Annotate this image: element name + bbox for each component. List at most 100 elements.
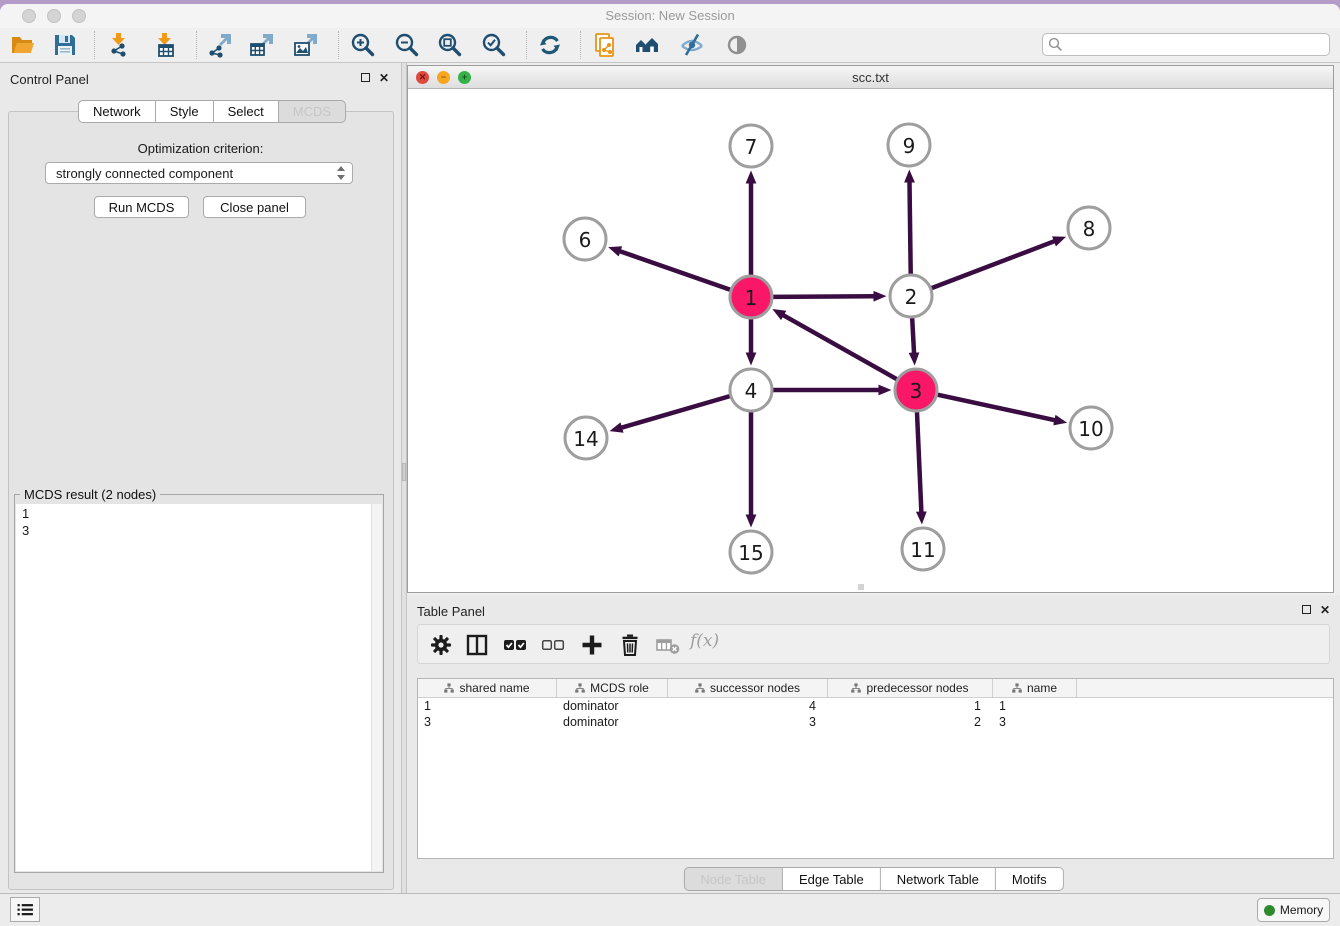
status-bar: Memory (0, 893, 1340, 926)
search-input[interactable] (1042, 33, 1330, 56)
graph-edge-2-3[interactable] (912, 318, 914, 353)
table-cell[interactable]: 4 (668, 698, 828, 714)
control-panel: Control Panel ✕ NetworkStyleSelectMCDS O… (0, 63, 401, 897)
toolbar-separator (526, 31, 527, 59)
hide-graphics-icon[interactable] (679, 32, 705, 58)
memory-status-icon (1264, 905, 1275, 916)
column-sort-icon (444, 683, 454, 693)
table-panel-close-icon[interactable]: ✕ (1320, 604, 1330, 616)
export-table-icon[interactable] (248, 32, 274, 58)
table-toolbar: f(x) (417, 624, 1330, 664)
graph-edge-1-6[interactable] (620, 251, 730, 290)
control-panel-close-icon[interactable]: ✕ (379, 72, 389, 84)
optimization-criterion-label: Optimization criterion: (0, 141, 401, 156)
graph-node-label: 10 (1078, 417, 1103, 441)
mcds-result-scrollbar[interactable] (371, 504, 382, 871)
tab-style[interactable]: Style (156, 100, 214, 123)
network-scroll-nub[interactable] (858, 584, 864, 590)
table-cell[interactable]: 1 (828, 698, 993, 714)
control-panel-float-icon[interactable] (361, 73, 370, 82)
table-cell[interactable]: 3 (418, 714, 557, 730)
graph-edge-3-10[interactable] (937, 395, 1054, 420)
table-row[interactable]: 3dominator323 (418, 714, 1333, 730)
column-header-label: MCDS role (590, 681, 649, 695)
table-cell[interactable]: 1 (418, 698, 557, 714)
mcds-result-group: MCDS result (2 nodes) 1 3 (14, 494, 384, 873)
graph-node-label: 9 (903, 134, 916, 158)
column-header-shared-name[interactable]: shared name (418, 679, 557, 697)
show-graphics-details-icon[interactable] (724, 32, 750, 58)
import-table-icon[interactable] (152, 32, 178, 58)
column-header-name[interactable]: name (993, 679, 1077, 697)
tab-edge-table[interactable]: Edge Table (783, 867, 881, 891)
memory-button[interactable]: Memory (1257, 898, 1330, 922)
zoom-fit-icon[interactable] (437, 32, 463, 58)
table-panel-float-icon[interactable] (1302, 605, 1311, 614)
tab-network[interactable]: Network (78, 100, 156, 123)
import-network-icon[interactable] (106, 32, 132, 58)
refresh-view-icon[interactable] (537, 32, 563, 58)
graph-edge-1-2[interactable] (773, 296, 874, 297)
graph-node-label: 4 (745, 379, 758, 403)
table-panel: Table Panel ✕ f(x) (407, 595, 1340, 897)
table-settings-icon[interactable] (428, 632, 454, 658)
network-graph[interactable]: 7968124314101511 (408, 89, 1333, 592)
save-session-icon[interactable] (52, 32, 78, 58)
graph-edge-2-9[interactable] (909, 182, 910, 274)
select-all-checkboxes-icon[interactable] (502, 632, 528, 658)
graph-edge-3-1[interactable] (783, 315, 897, 379)
delete-table-icon[interactable] (655, 632, 681, 658)
table-cell[interactable]: 3 (668, 714, 828, 730)
table-cell[interactable]: dominator (557, 698, 668, 714)
graph-edge-2-8[interactable] (932, 241, 1055, 288)
network-window-title: scc.txt (408, 70, 1333, 85)
deselect-all-checkboxes-icon[interactable] (540, 632, 566, 658)
node-table[interactable]: shared name MCDS role successor nodes prede… (417, 678, 1334, 859)
zoom-selected-icon[interactable] (481, 32, 507, 58)
panel-divider-handle[interactable] (402, 463, 406, 481)
tab-network-table[interactable]: Network Table (881, 867, 996, 891)
graph-edge-4-14[interactable] (622, 396, 730, 428)
export-network-icon[interactable] (206, 32, 232, 58)
column-header-predecessor-nodes[interactable]: predecessor nodes (828, 679, 993, 697)
mcds-result-title: MCDS result (2 nodes) (20, 487, 160, 502)
clone-network-icon[interactable] (592, 32, 618, 58)
add-column-icon[interactable] (579, 632, 605, 658)
tab-select[interactable]: Select (214, 100, 279, 123)
graph-node-label: 15 (738, 541, 763, 565)
window-title: Session: New Session (0, 8, 1340, 23)
tab-motifs[interactable]: Motifs (996, 867, 1064, 891)
zoom-out-icon[interactable] (394, 32, 420, 58)
criterion-dropdown[interactable]: strongly connected component (45, 162, 353, 184)
toolbar-separator (338, 31, 339, 59)
column-layout-icon[interactable] (464, 632, 490, 658)
column-header-successor-nodes[interactable]: successor nodes (668, 679, 828, 697)
column-header-label: successor nodes (710, 681, 800, 695)
zoom-in-icon[interactable] (350, 32, 376, 58)
network-canvas[interactable]: 7968124314101511 (408, 89, 1333, 592)
column-sort-icon (1012, 683, 1022, 693)
close-panel-button[interactable]: Close panel (203, 196, 306, 218)
column-header-label: predecessor nodes (866, 681, 968, 695)
task-history-button[interactable] (10, 897, 40, 922)
open-session-icon[interactable] (10, 32, 36, 58)
column-header-mcds-role[interactable]: MCDS role (557, 679, 668, 697)
table-cell[interactable]: 1 (993, 698, 1077, 714)
tab-mcds[interactable]: MCDS (279, 100, 346, 123)
graph-edge-3-11[interactable] (917, 412, 921, 512)
tab-node-table[interactable]: Node Table (683, 867, 783, 891)
table-row[interactable]: 1dominator411 (418, 698, 1333, 714)
table-cell[interactable]: 2 (828, 714, 993, 730)
mcds-result-text[interactable]: 1 3 (16, 504, 371, 871)
column-sort-icon (851, 683, 861, 693)
delete-column-icon[interactable] (617, 632, 643, 658)
table-cell[interactable]: 3 (993, 714, 1077, 730)
network-hierarchy-icon[interactable] (634, 32, 660, 58)
graph-node-label: 2 (905, 285, 918, 309)
graph-node-label: 3 (910, 379, 923, 403)
graph-node-label: 14 (573, 427, 598, 451)
export-image-icon[interactable] (292, 32, 318, 58)
table-panel-title: Table Panel (417, 604, 485, 619)
table-cell[interactable]: dominator (557, 714, 668, 730)
run-mcds-button[interactable]: Run MCDS (94, 196, 189, 218)
